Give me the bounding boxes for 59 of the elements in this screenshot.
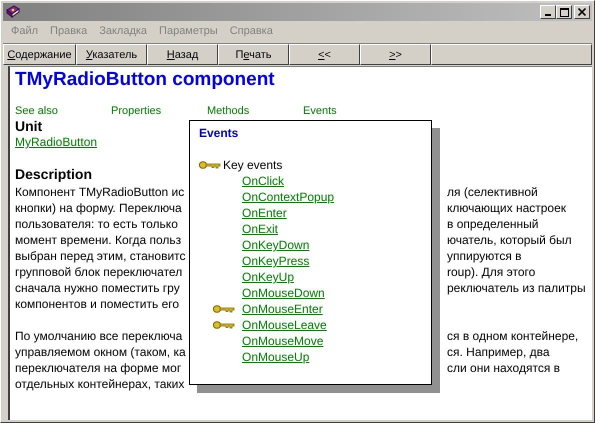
toolbar-button[interactable]: Печать	[218, 44, 289, 65]
paragraph-text: roup). Для этого	[447, 265, 536, 279]
paragraph-text: групповой блок переключател	[15, 265, 182, 279]
event-link[interactable]: OnMouseEnter	[242, 301, 323, 317]
event-link[interactable]: OnMouseMove	[242, 333, 324, 349]
paragraph-text: момент времени. Когда польз	[15, 233, 182, 247]
paragraph-text: ючатель, который был	[447, 233, 572, 247]
paragraph-text: Компонент TMyRadioButton ис	[15, 185, 184, 199]
paragraph-text: переключателя на форме мог	[15, 361, 182, 375]
paragraph-text: выбран перед этим, становитс	[15, 249, 186, 263]
paragraph-text: сначала нужно поместить гру	[15, 281, 180, 295]
toolbar-button[interactable]: Назад	[147, 44, 218, 65]
minimize-button[interactable]	[540, 5, 556, 19]
key-icon	[213, 305, 235, 313]
maximize-icon	[560, 8, 568, 16]
paragraph-text: в определенный	[447, 217, 538, 231]
event-link[interactable]: OnKeyDown	[242, 237, 310, 253]
paragraph-text: компонентов и поместить его	[15, 297, 180, 311]
paragraph-text: кнопки) на форму. Переключа	[15, 201, 182, 215]
paragraph-text: ся в одном контейнере,	[447, 329, 578, 343]
page-title: TMyRadioButton component	[15, 69, 276, 91]
toolbar-button[interactable]: >>	[360, 44, 431, 65]
event-link[interactable]: OnKeyUp	[242, 269, 294, 285]
event-link[interactable]: OnMouseLeave	[242, 317, 327, 333]
section-link[interactable]: Events	[303, 105, 399, 118]
close-button[interactable]	[574, 5, 590, 19]
paragraph-text: отдельных контейнерах, таких	[15, 377, 184, 391]
maximize-button[interactable]	[556, 5, 572, 19]
unit-link[interactable]: MyRadioButton	[15, 134, 98, 150]
section-link[interactable]: See also	[15, 105, 111, 118]
paragraph-text: управляемом окном (таком, ка	[15, 345, 186, 359]
paragraph-text: пользователя: то есть только	[15, 217, 178, 231]
section-link[interactable]: Methods	[207, 105, 303, 118]
paragraph-text: уппируются в	[447, 249, 522, 263]
section-heading: Description	[15, 166, 92, 182]
event-link[interactable]: OnEnter	[242, 205, 287, 221]
paragraph-text: ся. Например, два	[447, 345, 550, 359]
section-link[interactable]: Properties	[111, 105, 207, 118]
event-link[interactable]: OnExit	[242, 221, 278, 237]
section-heading: Unit	[15, 118, 42, 134]
group-label: Key events	[223, 157, 282, 173]
toolbar-button[interactable]: <<	[289, 44, 360, 65]
paragraph-text: По умолчанию все переключа	[15, 329, 182, 343]
paragraph-text: сли они находятся в	[447, 361, 560, 375]
toolbar-button[interactable]: Содержание	[3, 44, 76, 65]
event-link[interactable]: OnClick	[242, 173, 284, 189]
popup-title: Events	[199, 125, 240, 141]
key-icon	[199, 161, 221, 169]
paragraph-text: реключатель из палитры	[447, 281, 586, 295]
event-link[interactable]: OnMouseDown	[242, 285, 325, 301]
toolbar-button[interactable]: Указатель	[76, 44, 147, 65]
book-icon	[5, 4, 21, 20]
paragraph-text: ля (селективной	[447, 185, 538, 199]
key-icon	[213, 321, 235, 329]
event-link[interactable]: OnKeyPress	[242, 253, 310, 269]
close-icon	[578, 8, 586, 16]
event-link[interactable]: OnMouseUp	[242, 349, 310, 365]
paragraph-text: ключающих настроек	[447, 201, 566, 215]
event-link[interactable]: OnContextPopup	[242, 189, 334, 205]
